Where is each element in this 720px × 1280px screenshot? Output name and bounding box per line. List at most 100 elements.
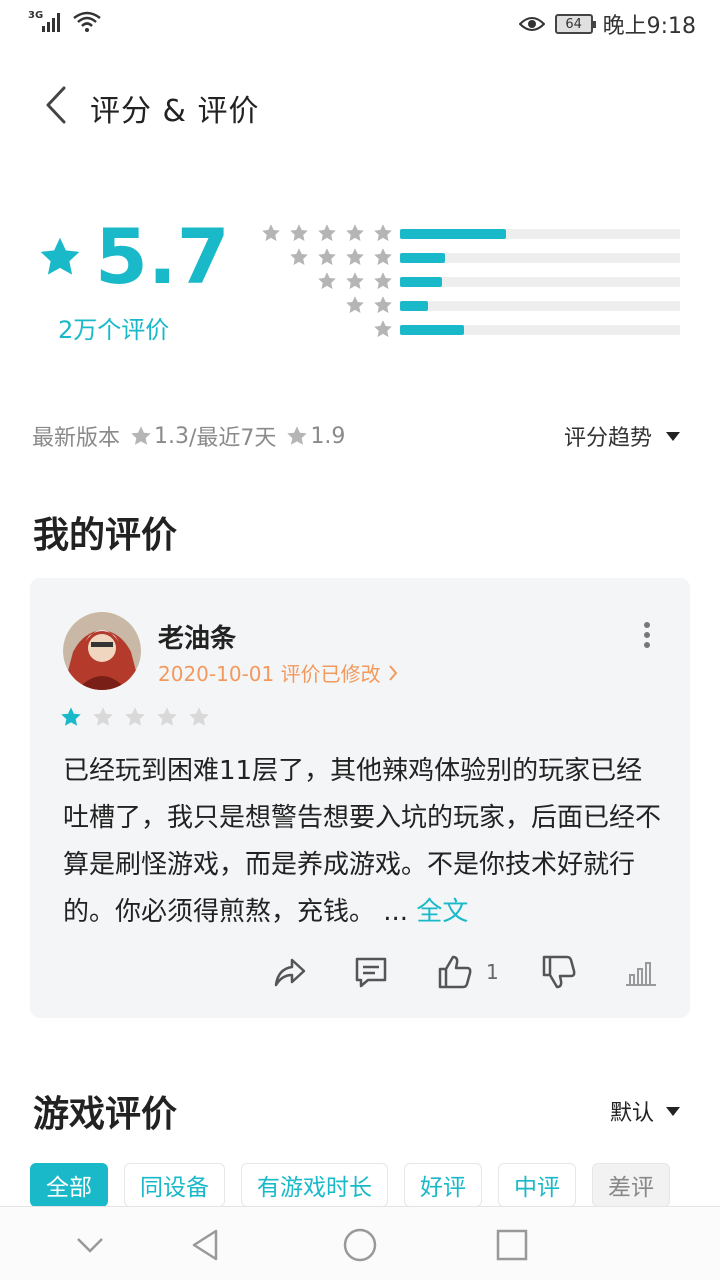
share-button[interactable]: [270, 952, 308, 992]
more-options-icon[interactable]: [642, 620, 652, 650]
review-meta-link[interactable]: 2020-10-01 评价已修改: [158, 658, 399, 687]
page-title: 评分 & 评价: [90, 94, 260, 129]
star-icon: [346, 296, 364, 313]
recent-label: /最近7天: [189, 426, 277, 451]
sort-label: 默认: [609, 1101, 654, 1126]
header: 评分 & 评价: [0, 70, 720, 140]
caret-down-icon: [666, 431, 680, 441]
like-count: 1: [486, 960, 499, 984]
star-icon: [131, 426, 151, 445]
reply-button[interactable]: [352, 952, 390, 992]
eye-icon: [518, 17, 545, 31]
battery-icon: 64: [554, 14, 596, 34]
rating-trend-dropdown[interactable]: 评分趋势: [564, 420, 680, 452]
filter-all[interactable]: 全部: [30, 1163, 108, 1207]
wifi-icon: [73, 11, 101, 32]
star-icon: [287, 426, 308, 445]
avatar[interactable]: [63, 612, 141, 690]
distribution-stars: [261, 223, 393, 243]
dislike-button[interactable]: [540, 952, 578, 992]
username[interactable]: 老油条: [158, 618, 236, 655]
signal-icon: 3G: [28, 10, 64, 34]
review-text: 已经玩到困难11层了，其他辣鸡体验别的玩家已经吐槽了，我只是想警告想要入坑的玩家…: [63, 748, 663, 936]
star-icon: [374, 248, 392, 265]
bar-chart-icon: [626, 962, 656, 986]
version-ratings: 最新版本 1.3 /最近7天 1.9: [32, 420, 345, 452]
distribution-bar-track: [400, 301, 680, 311]
thumbs-up-icon: [438, 955, 472, 989]
rating-count: 2万个评价: [58, 316, 170, 344]
distribution-bar-fill: [400, 277, 442, 287]
back-icon[interactable]: [38, 84, 78, 126]
filter-has-playtime[interactable]: 有游戏时长: [241, 1163, 388, 1207]
share-icon: [274, 958, 306, 987]
battery-level: 64: [565, 16, 582, 32]
recent-score: 1.9: [310, 423, 346, 449]
filter-neutral[interactable]: 中评: [498, 1163, 576, 1207]
comment-icon: [355, 957, 387, 988]
review-body: 已经玩到困难11层了，其他辣鸡体验别的玩家已经吐槽了，我只是想警告想要入坑的玩家…: [63, 756, 662, 927]
stats-button[interactable]: [622, 952, 660, 992]
star-icon: [374, 272, 392, 289]
distribution-row-1-star: [255, 319, 685, 343]
home-icon[interactable]: [342, 1227, 378, 1263]
filter-same-device[interactable]: 同设备: [124, 1163, 225, 1207]
star-icon: [374, 224, 392, 241]
star-icon: [189, 707, 209, 726]
review-actions: 1: [270, 952, 660, 992]
star-icon: [374, 320, 392, 337]
distribution-stars: [317, 271, 393, 291]
star-icon: [61, 707, 81, 726]
like-button[interactable]: 1: [436, 952, 499, 992]
rating-summary: 5.7 2万个评价: [0, 215, 720, 355]
star-icon: [346, 272, 364, 289]
review-filters: 全部 同设备 有游戏时长 好评 中评 差评: [30, 1163, 670, 1207]
rating-distribution: [255, 223, 685, 343]
distribution-stars: [373, 319, 393, 339]
trend-label: 评分趋势: [563, 426, 652, 451]
average-score: 5.7: [95, 212, 230, 301]
full-text-link[interactable]: 全文: [416, 897, 468, 927]
star-icon: [374, 296, 392, 313]
system-nav-bar: [0, 1206, 720, 1280]
game-reviews-title: 游戏评价: [33, 1094, 178, 1135]
distribution-row-2-star: [255, 295, 685, 319]
status-bar: 3G 64 晚上9:18: [0, 0, 720, 50]
distribution-bar-track: [400, 277, 680, 287]
caret-down-icon: [666, 1106, 680, 1116]
distribution-stars: [289, 247, 393, 267]
chevron-right-icon: [388, 664, 397, 681]
star-icon: [346, 224, 364, 241]
star-icon: [318, 248, 336, 265]
review-rating-stars: [60, 706, 210, 728]
star-icon: [262, 224, 280, 241]
distribution-bar-fill: [400, 301, 428, 311]
recents-icon[interactable]: [494, 1227, 530, 1263]
star-icon: [157, 707, 177, 726]
star-icon: [93, 707, 113, 726]
distribution-row-3-star: [255, 271, 685, 295]
distribution-row-4-star: [255, 247, 685, 271]
filter-negative[interactable]: 差评: [592, 1163, 670, 1207]
star-icon: [40, 237, 80, 275]
distribution-bar-fill: [400, 229, 507, 239]
distribution-bar-fill: [400, 325, 465, 335]
latest-version-label: 最新版本: [32, 426, 121, 451]
sort-dropdown[interactable]: 默认: [610, 1095, 680, 1127]
distribution-bar-fill: [400, 253, 445, 263]
distribution-bar-track: [400, 229, 680, 239]
distribution-bar-track: [400, 325, 680, 335]
distribution-stars: [345, 295, 393, 315]
star-icon: [290, 224, 308, 241]
network-type: 3G: [28, 10, 44, 21]
distribution-bar-track: [400, 253, 680, 263]
star-icon: [290, 248, 308, 265]
clock: 晚上9:18: [602, 14, 696, 39]
review-date-status: 2020-10-01 评价已修改: [158, 662, 381, 686]
my-review-card: 老油条 2020-10-01 评价已修改 已经玩到困难11层了，其他辣鸡体验别的…: [30, 578, 690, 1018]
star-icon: [125, 707, 145, 726]
collapse-icon[interactable]: [72, 1227, 108, 1263]
thumbs-down-icon: [542, 955, 576, 989]
filter-positive[interactable]: 好评: [404, 1163, 482, 1207]
back-nav-icon[interactable]: [188, 1227, 224, 1263]
